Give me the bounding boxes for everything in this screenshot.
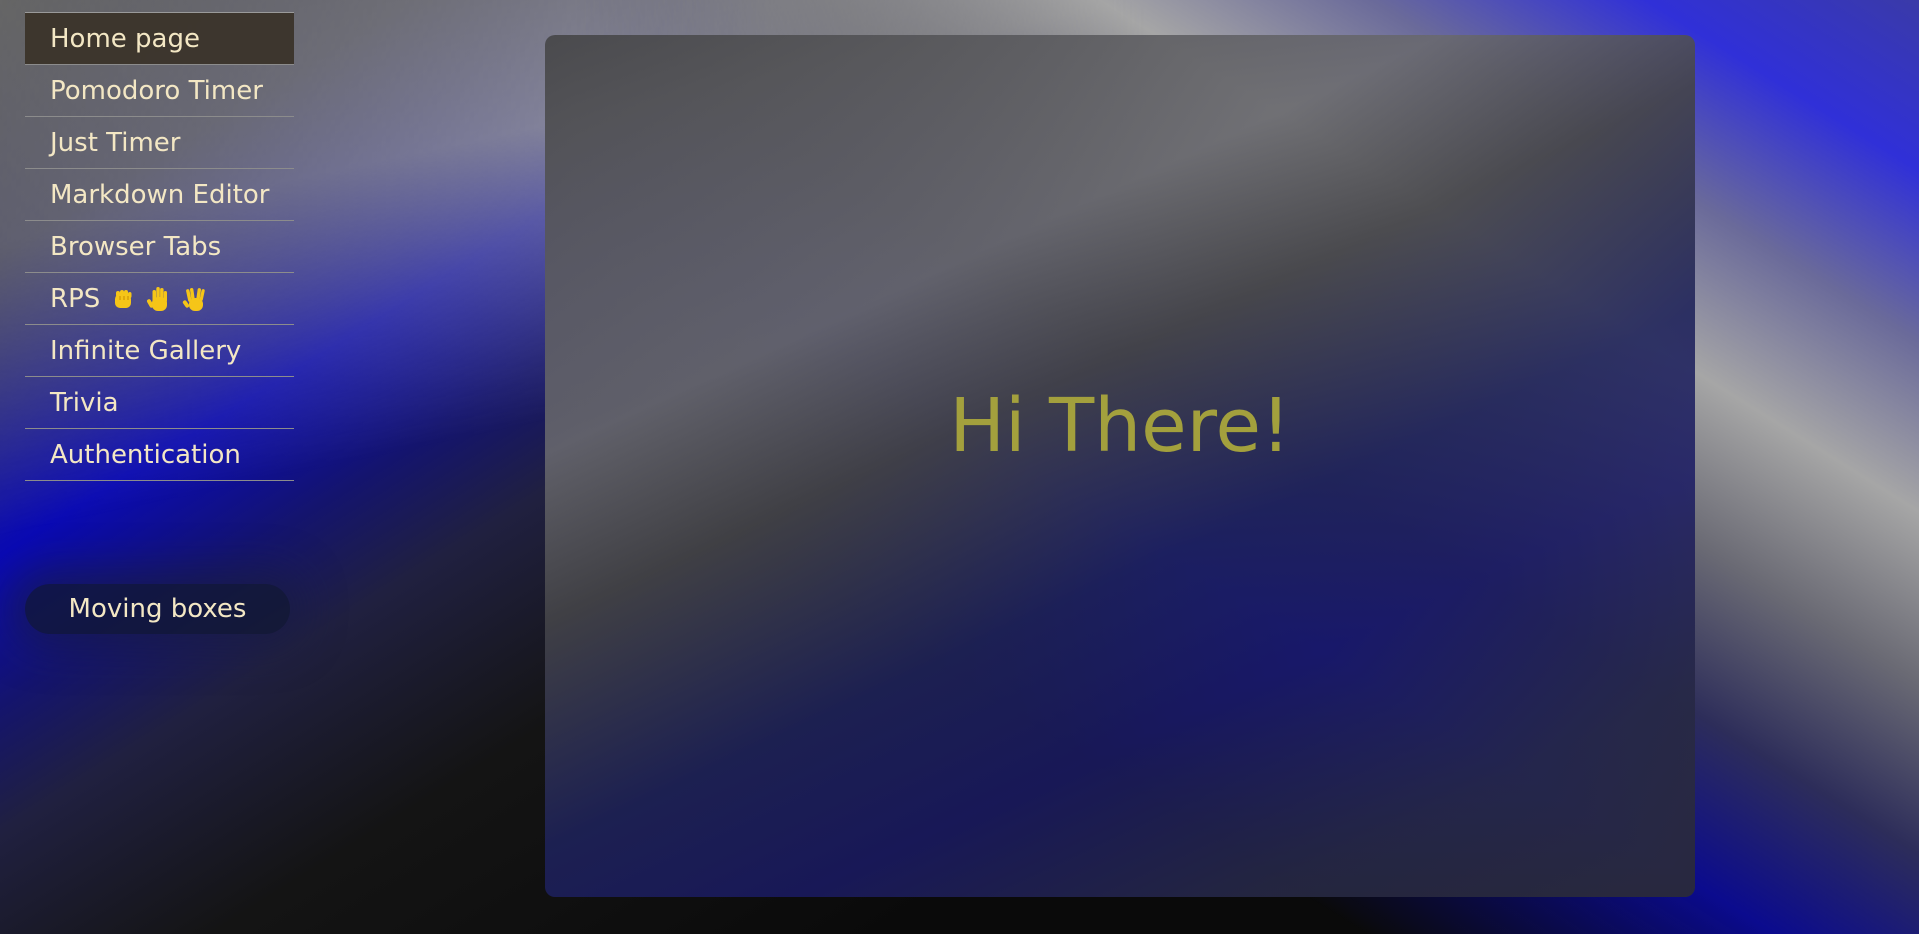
sidebar-item-pomodoro-timer[interactable]: Pomodoro Timer (25, 65, 294, 117)
sidebar-item-just-timer[interactable]: Just Timer (25, 117, 294, 169)
sidebar-item-trivia[interactable]: Trivia (25, 377, 294, 429)
sidebar-item-authentication[interactable]: Authentication (25, 429, 294, 481)
sidebar-item-label: RPS (50, 283, 101, 314)
sidebar-item-label: Pomodoro Timer (50, 75, 263, 106)
sidebar-item-label: Browser Tabs (50, 231, 222, 262)
main-panel: Hi There! (545, 35, 1695, 897)
sidebar-item-label: Just Timer (50, 127, 181, 158)
greeting-heading: Hi There! (949, 383, 1291, 470)
sidebar-item-browser-tabs[interactable]: Browser Tabs (25, 221, 294, 273)
moving-boxes-button[interactable]: Moving boxes (25, 584, 290, 634)
sidebar-item-label: Trivia (50, 387, 119, 418)
sidebar-item-rps[interactable]: RPS (25, 273, 294, 325)
moving-boxes-label: Moving boxes (68, 594, 247, 624)
sidebar-item-label: Home page (50, 23, 200, 54)
sidebar-item-infinite-gallery[interactable]: Infinite Gallery (25, 325, 294, 377)
vulcan-salute-icon (182, 285, 208, 313)
sidebar-item-label: Infinite Gallery (50, 335, 242, 366)
sidebar-item-home-page[interactable]: Home page (25, 13, 294, 65)
sidebar-item-label: Markdown Editor (50, 179, 270, 210)
sidebar-item-label: Authentication (50, 439, 241, 470)
raised-fist-icon (110, 286, 136, 312)
sidebar-nav: Home page Pomodoro Timer Just Timer Mark… (25, 12, 294, 481)
sidebar-item-markdown-editor[interactable]: Markdown Editor (25, 169, 294, 221)
raised-hand-icon (146, 285, 172, 313)
sidebar: Home page Pomodoro Timer Just Timer Mark… (25, 12, 294, 481)
